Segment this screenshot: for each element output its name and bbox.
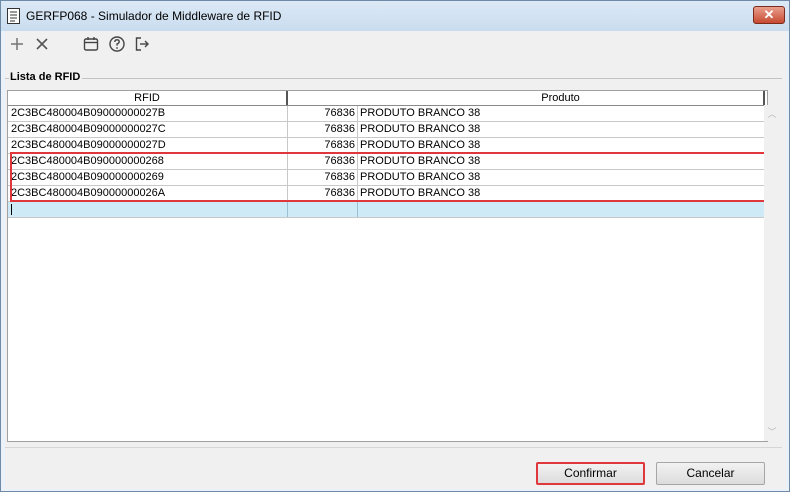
scroll-down-icon[interactable]: ﹀ — [767, 427, 777, 437]
help-icon[interactable] — [108, 35, 126, 53]
new-entry-row[interactable] — [8, 202, 767, 218]
scroll-up-icon[interactable]: ︿ — [767, 109, 777, 119]
title-bar[interactable]: GERFP068 - Simulador de Middleware de RF… — [1, 1, 789, 31]
column-header-code[interactable] — [288, 91, 358, 105]
column-header-rfid[interactable]: RFID — [8, 91, 288, 105]
table-row[interactable]: 2C3BC480004B09000000026A 76836 PRODUTO B… — [8, 186, 767, 202]
group-label: Lista de RFID — [9, 71, 83, 83]
table-row[interactable]: 2C3BC480004B09000000027B 76836 PRODUTO B… — [8, 106, 767, 122]
plus-icon[interactable] — [8, 35, 26, 53]
produto-input-cell[interactable] — [358, 202, 767, 217]
code-input-cell[interactable] — [288, 202, 358, 217]
grid-scrollbar[interactable]: ︿ ﹀ — [764, 105, 780, 441]
rfid-cell: 2C3BC480004B09000000026A — [8, 186, 288, 201]
rfid-cell: 2C3BC480004B090000000269 — [8, 170, 288, 185]
text-cursor — [11, 204, 12, 215]
cancel-button[interactable]: Cancelar — [656, 462, 765, 485]
window-close-button[interactable]: ✕ — [753, 6, 785, 24]
produto-cell: PRODUTO BRANCO 38 — [360, 171, 481, 183]
toolbar — [5, 31, 786, 59]
code-cell: 76836 — [288, 154, 358, 169]
column-header-produto[interactable]: Produto — [358, 91, 765, 105]
rfid-cell: 2C3BC480004B090000000268 — [8, 154, 288, 169]
rfid-grid[interactable]: RFID Produto 2C3BC480004B09000000027B 76… — [7, 90, 768, 442]
produto-cell: PRODUTO BRANCO 38 — [360, 123, 481, 135]
dialog-window: GERFP068 - Simulador de Middleware de RF… — [0, 0, 790, 492]
grid-header: RFID Produto — [8, 91, 767, 106]
calendar-icon[interactable] — [82, 35, 100, 53]
rfid-cell: 2C3BC480004B09000000027B — [8, 106, 288, 121]
table-row[interactable]: 2C3BC480004B09000000027D 76836 PRODUTO B… — [8, 138, 767, 154]
rfid-cell: 2C3BC480004B09000000027C — [8, 122, 288, 137]
produto-cell: PRODUTO BRANCO 38 — [360, 139, 481, 151]
confirm-button[interactable]: Confirmar — [536, 462, 645, 485]
exit-icon[interactable] — [133, 35, 151, 53]
produto-cell: PRODUTO BRANCO 38 — [360, 107, 481, 119]
produto-cell: PRODUTO BRANCO 38 — [360, 155, 481, 167]
rfid-input-cell[interactable] — [8, 202, 288, 217]
produto-cell: PRODUTO BRANCO 38 — [360, 187, 481, 199]
footer-separator — [5, 447, 782, 448]
close-icon: ✕ — [763, 7, 775, 22]
close-icon[interactable] — [33, 35, 51, 53]
code-cell: 76836 — [288, 106, 358, 121]
document-icon — [7, 8, 20, 24]
code-cell: 76836 — [288, 170, 358, 185]
group-border — [5, 78, 782, 79]
window-title: GERFP068 - Simulador de Middleware de RF… — [26, 9, 282, 23]
table-row[interactable]: 2C3BC480004B090000000269 76836 PRODUTO B… — [8, 170, 767, 186]
code-cell: 76836 — [288, 122, 358, 137]
table-row[interactable]: 2C3BC480004B090000000268 76836 PRODUTO B… — [8, 154, 767, 170]
code-cell: 76836 — [288, 138, 358, 153]
table-row[interactable]: 2C3BC480004B09000000027C 76836 PRODUTO B… — [8, 122, 767, 138]
code-cell: 76836 — [288, 186, 358, 201]
rfid-cell: 2C3BC480004B09000000027D — [8, 138, 288, 153]
